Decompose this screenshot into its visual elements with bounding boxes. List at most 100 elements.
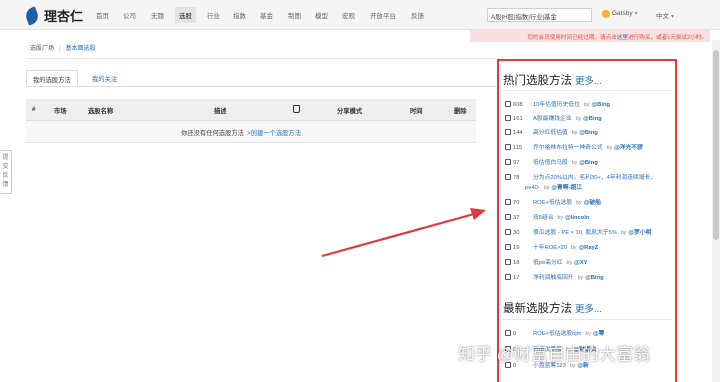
nav-item-stock-picker[interactable]: 选股 bbox=[175, 7, 196, 23]
language-select[interactable]: 中文▼ bbox=[656, 10, 675, 20]
thumbs-up-icon bbox=[505, 229, 511, 235]
author-link[interactable]: @Bing bbox=[579, 130, 598, 136]
by-label: by bbox=[557, 215, 564, 221]
method-name[interactable]: 十年ROE>20 bbox=[533, 245, 567, 251]
column-header-name: 选股名称 bbox=[88, 108, 114, 115]
table-header: # 市场 选股名称 描述 分享模式 时间 删除 bbox=[26, 99, 476, 121]
author-link[interactable]: @零 bbox=[593, 331, 604, 337]
method-name[interactable]: 乔尔格林布拉特一神奇公式 bbox=[533, 145, 603, 151]
nav-item-company[interactable]: 公司 bbox=[123, 10, 136, 20]
list-item[interactable]: 144 高分红低估值 by @Bing bbox=[505, 127, 673, 136]
tab-my-methods[interactable]: 我的选股方法 bbox=[26, 70, 78, 86]
column-header-delete: 删除 bbox=[454, 108, 467, 115]
author-link[interactable]: @Bing bbox=[579, 160, 598, 166]
search-input[interactable]: A股|H股|指数|行业|基金 bbox=[487, 8, 592, 22]
method-name-continued[interactable]: pe40- bbox=[525, 185, 540, 191]
by-label: by bbox=[543, 185, 550, 191]
thumbs-up-icon bbox=[505, 214, 511, 220]
membership-expired-notice: 您的会员使用时间已经过期，请点击这里进行购买，或者1元尝试2小时。 bbox=[470, 30, 710, 42]
create-method-link[interactable]: >创建一个选股方法 bbox=[247, 130, 301, 137]
notice-text-before: 您的会员使用时间已经过期，请点击 bbox=[527, 35, 617, 41]
nav-item-untitled[interactable]: 无题 bbox=[151, 10, 164, 20]
column-header-description: 描述 bbox=[214, 108, 227, 115]
method-name[interactable]: ROE+低估选股bjm bbox=[533, 331, 581, 337]
list-item[interactable]: 161 A股最赚钱企业 by @Bing bbox=[505, 113, 673, 122]
list-item[interactable]: 19 十年ROE>20 by @RayZ bbox=[505, 242, 673, 251]
nav-item-home[interactable]: 首页 bbox=[96, 10, 109, 20]
breadcrumb-separator: | bbox=[59, 46, 61, 52]
list-item[interactable]: 30 傻瓜选股 - PE < 10, 股息大于5% by @罗小明 bbox=[505, 227, 673, 236]
logo[interactable]: 理杏仁 bbox=[23, 5, 83, 26]
method-name[interactable]: ROE+低估选股 bbox=[533, 200, 572, 206]
list-item[interactable]: 37 双5组合 by @lincoln bbox=[505, 212, 673, 221]
list-item[interactable]: 18 低pe高分红 by @XY bbox=[505, 257, 673, 266]
nav-item-macro[interactable]: 宏观 bbox=[342, 10, 355, 20]
author-link[interactable]: @Bing bbox=[585, 275, 604, 281]
notice-purchase-link[interactable]: 这里 bbox=[617, 35, 628, 41]
nav-item-index[interactable]: 指数 bbox=[233, 10, 246, 20]
latest-methods-title: 最新选股方法 更多... bbox=[503, 300, 602, 316]
chevron-down-icon: ▼ bbox=[633, 11, 639, 17]
user-menu[interactable]: Gatsby▼ bbox=[612, 10, 639, 17]
method-name[interactable]: 10年估值历史低位 bbox=[533, 102, 580, 108]
column-header-share-mode: 分享模式 bbox=[337, 108, 363, 115]
thumbs-up-icon bbox=[505, 330, 511, 336]
author-link[interactable]: @lincoln bbox=[565, 215, 589, 221]
by-label: by bbox=[606, 145, 613, 151]
feedback-tab[interactable]: 提交反馈 bbox=[0, 150, 12, 194]
nav-item-fund[interactable]: 基金 bbox=[260, 10, 273, 20]
method-name[interactable]: A股最赚钱企业 bbox=[533, 116, 572, 122]
nav-item-model[interactable]: 模型 bbox=[315, 10, 328, 20]
thumbs-up-icon bbox=[505, 101, 511, 107]
by-label: by bbox=[585, 331, 591, 337]
like-count: 18 bbox=[513, 260, 520, 266]
method-name[interactable]: 分为点20%以内，毛利30+，4年利润连续增长， bbox=[533, 175, 656, 181]
author-link[interactable]: @洋光不骄 bbox=[614, 145, 643, 151]
method-name[interactable]: 傻瓜选股 - PE < 10, 股息大于5% bbox=[533, 230, 617, 236]
thumbs-up-icon bbox=[505, 244, 511, 250]
list-item[interactable]: 0 ROE+低估选股bjm by @零 bbox=[505, 328, 673, 337]
like-count: 19 bbox=[513, 245, 520, 251]
author-link[interactable]: @罗小明 bbox=[628, 230, 651, 236]
author-link[interactable]: @青啊-超江 bbox=[551, 185, 582, 191]
watermark: 知乎 @财富自由的大富翁 bbox=[458, 345, 650, 364]
scrollbar[interactable] bbox=[712, 40, 720, 382]
author-link[interactable]: @XY bbox=[574, 260, 587, 266]
breadcrumb-fundamental[interactable]: 基本面选股 bbox=[66, 46, 96, 52]
author-link[interactable]: @Bing bbox=[583, 116, 602, 122]
by-label: by bbox=[620, 230, 627, 236]
list-item[interactable]: 97 低估值白马股 by @Bing bbox=[505, 157, 673, 166]
latest-more-link[interactable]: 更多... bbox=[575, 304, 602, 315]
method-name[interactable]: 高分红低估值 bbox=[533, 130, 568, 136]
hot-more-link[interactable]: 更多... bbox=[575, 76, 602, 87]
tab-following[interactable]: 我的关注 bbox=[92, 74, 117, 83]
breadcrumb-square[interactable]: 选股广场 bbox=[30, 46, 54, 52]
by-label: by bbox=[566, 260, 573, 266]
list-item[interactable]: 78 分为点20%以内，毛利30+，4年利润连续增长， pe40- by @青啊-超江 bbox=[505, 172, 673, 191]
like-count: 17 bbox=[513, 275, 520, 281]
method-name[interactable]: 净利润触底回升 bbox=[533, 275, 574, 281]
scrollbar-thumb[interactable] bbox=[713, 50, 719, 240]
method-name[interactable]: 双5组合 bbox=[533, 215, 554, 221]
column-header-number: # bbox=[32, 106, 36, 113]
nav-item-open-platform[interactable]: 开放平台 bbox=[370, 10, 396, 20]
list-item[interactable]: 115 乔尔格林布拉特一神奇公式 by @洋光不骄 bbox=[505, 142, 673, 151]
nav-item-charting[interactable]: 制图 bbox=[288, 10, 301, 20]
nav-item-feedback[interactable]: 反馈 bbox=[411, 10, 424, 20]
user-avatar-icon[interactable] bbox=[602, 10, 610, 18]
method-name[interactable]: 低估值白马股 bbox=[533, 160, 568, 166]
list-item[interactable]: 17 净利润触底回升 by @Bing bbox=[505, 272, 673, 281]
thumbs-up-icon bbox=[505, 199, 511, 205]
author-link[interactable]: @Bing bbox=[592, 102, 611, 108]
author-link[interactable]: @RayZ bbox=[578, 245, 598, 251]
like-count: 115 bbox=[513, 145, 523, 151]
list-item[interactable]: 608 10年估值历史低位 by @Bing bbox=[505, 99, 673, 108]
column-header-time: 时间 bbox=[410, 108, 423, 115]
list-item[interactable]: 70 ROE+低估选股 by @破船 bbox=[505, 197, 673, 206]
hot-title-text: 热门选股方法 bbox=[503, 75, 572, 87]
divider bbox=[502, 90, 672, 91]
method-name[interactable]: 低pe高分红 bbox=[533, 260, 563, 266]
like-count: 30 bbox=[513, 230, 520, 236]
author-link[interactable]: @破船 bbox=[584, 200, 601, 206]
nav-item-industry[interactable]: 行业 bbox=[207, 10, 220, 20]
